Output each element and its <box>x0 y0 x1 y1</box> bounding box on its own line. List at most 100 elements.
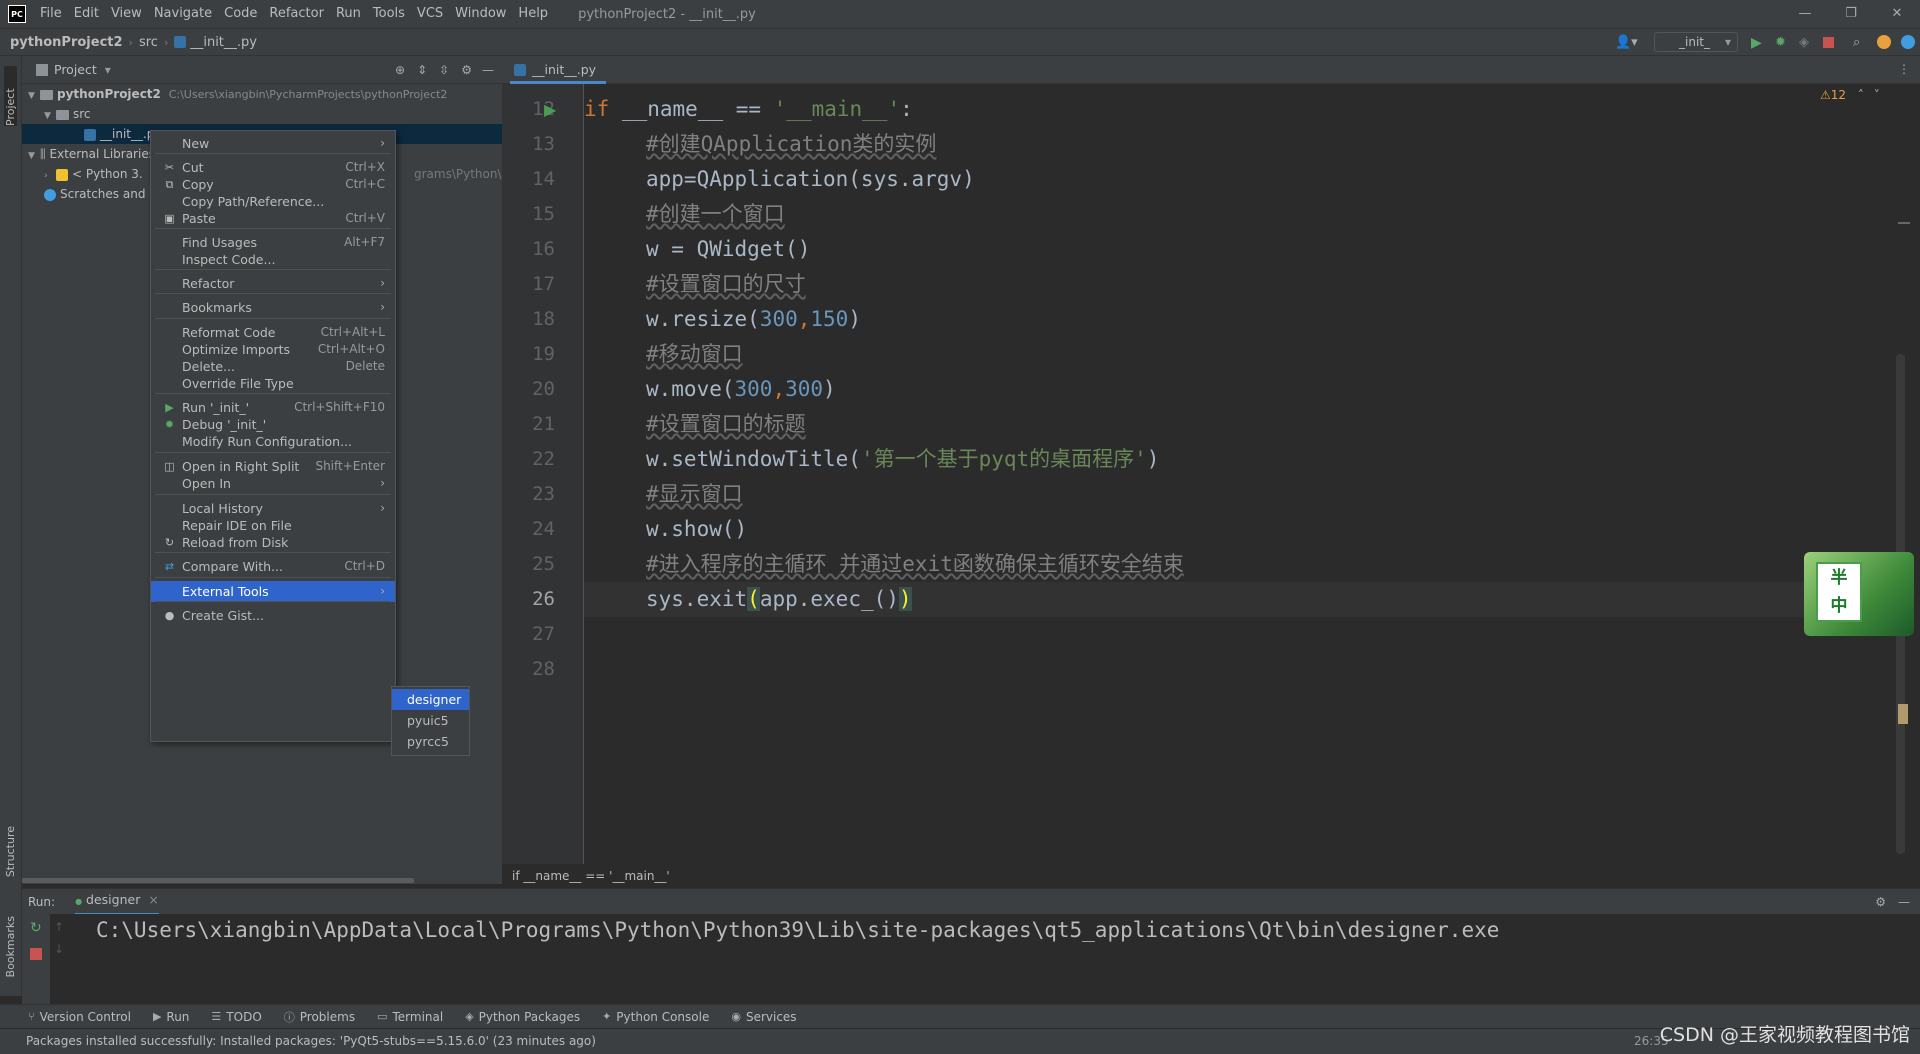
menu-window[interactable]: Window <box>449 0 512 28</box>
tree-item-external-libraries[interactable]: ▼ ⫼ External Libraries <box>28 144 155 164</box>
menu-navigate[interactable]: Navigate <box>148 0 218 28</box>
tab-init-file[interactable]: __init__.py × <box>510 56 606 105</box>
menu-item-create-gist[interactable]: ● Create Gist... <box>151 605 395 626</box>
search-icon[interactable]: ⌕ <box>1853 35 1867 50</box>
run-icon[interactable]: ▶ <box>1751 35 1765 51</box>
locate-icon[interactable]: ⊕ <box>395 63 405 77</box>
more-icon[interactable]: ⋮ <box>1898 62 1910 76</box>
menu-item-open-in[interactable]: Open In › <box>151 473 395 494</box>
stop-icon[interactable] <box>1823 36 1834 48</box>
code-token: 150 <box>810 307 849 331</box>
menu-view[interactable]: View <box>105 0 148 28</box>
cut-icon: ✂ <box>164 161 175 174</box>
editor-breadcrumb[interactable]: if __name__ == '__main__' <box>502 864 1920 888</box>
code-line: #创建一个窗口 <box>584 197 1894 232</box>
menu-item-bookmarks[interactable]: Bookmarks › <box>151 297 395 318</box>
stop-icon[interactable] <box>30 948 42 960</box>
bookmarks-tool-tab[interactable]: Bookmarks <box>4 916 17 977</box>
submenu-item-pyuic5[interactable]: pyuic5 <box>392 710 469 731</box>
hide-icon[interactable]: — <box>1898 895 1910 909</box>
tool-services[interactable]: ◉ Services <box>731 1010 796 1024</box>
chevron-up-icon[interactable]: ˄ <box>1858 88 1864 102</box>
update-icon[interactable] <box>1877 35 1891 49</box>
tree-item-label: src <box>73 107 91 121</box>
run-config-select[interactable]: _init_ ▾ <box>1654 32 1738 52</box>
plugin-icon[interactable] <box>1901 35 1915 49</box>
menu-item-override-file-type[interactable]: Override File Type <box>151 373 395 394</box>
submenu-item-designer[interactable]: designer <box>392 689 469 710</box>
menu-item-new[interactable]: New › <box>151 133 395 154</box>
ime-indicator[interactable]: 半 中 <box>1804 552 1914 636</box>
hide-icon[interactable]: — <box>482 63 494 77</box>
menu-item-compare-with[interactable]: ⇄ Compare With... Ctrl+D <box>151 556 395 577</box>
line-number: 23 <box>532 483 555 505</box>
arrow-up-icon[interactable]: ↑ <box>54 920 64 934</box>
menu-refactor[interactable]: Refactor <box>263 0 330 28</box>
menu-code[interactable]: Code <box>218 0 263 28</box>
code-token: sys.exit <box>646 587 748 611</box>
code-editor[interactable]: if __name__ == '__main__': #创建QApplicati… <box>584 84 1894 864</box>
arrow-down-icon[interactable]: ↓ <box>54 942 64 956</box>
tree-item-scratches[interactable]: Scratches and <box>44 184 145 204</box>
chevron-down-icon[interactable]: ▾ <box>105 63 111 77</box>
menu-edit[interactable]: Edit <box>68 0 105 28</box>
restore-button[interactable]: ❐ <box>1828 0 1874 28</box>
inspection-widget[interactable]: ⚠12 ˄ ˅ <box>1820 88 1880 102</box>
structure-tool-tab[interactable]: Structure <box>4 826 17 877</box>
menu-item-inspect-code[interactable]: Inspect Code... <box>151 249 395 270</box>
breadcrumb-project[interactable]: pythonProject2 <box>10 35 123 50</box>
code-line: #显示窗口 <box>584 477 1894 512</box>
menu-item-reload-from-disk[interactable]: ↻ Reload from Disk <box>151 532 395 553</box>
menu-file[interactable]: File <box>34 0 68 28</box>
tree-item-root[interactable]: ▼ pythonProject2 C:\Users\xiangbin\Pychar… <box>28 84 447 104</box>
status-message[interactable]: Packages installed successfully: Install… <box>26 1034 596 1048</box>
menu-run[interactable]: Run <box>330 0 367 28</box>
close-window-button[interactable]: ✕ <box>1874 0 1920 28</box>
menu-item-modify-run-configuration[interactable]: Modify Run Configuration... <box>151 431 395 452</box>
horizontal-scrollbar[interactable] <box>22 878 414 883</box>
rerun-icon[interactable]: ↻ <box>30 920 42 936</box>
chevron-down-icon[interactable]: ˅ <box>1874 88 1880 102</box>
run-tab-designer[interactable]: ● designer × <box>75 889 159 915</box>
tool-python-console[interactable]: ✦ Python Console <box>602 1010 709 1024</box>
menu-item-external-tools[interactable]: External Tools › <box>151 581 395 602</box>
ime-box: 半 中 <box>1816 562 1862 622</box>
menu-vcs[interactable]: VCS <box>411 0 449 28</box>
tool-run[interactable]: ▶ Run <box>153 1010 189 1024</box>
tool-todo[interactable]: ☰ TODO <box>211 1010 261 1024</box>
user-icon[interactable]: 👤▾ <box>1615 35 1641 50</box>
tree-item-src[interactable]: ▼ src <box>44 104 91 124</box>
menu-separator <box>155 552 391 553</box>
line-number: 22 <box>532 448 555 470</box>
gear-icon[interactable]: ⚙ <box>1875 895 1886 909</box>
debug-init-icon: ✹ <box>164 418 175 431</box>
tool-python-packages[interactable]: ◈ Python Packages <box>465 1010 580 1024</box>
breadcrumb-folder[interactable]: src <box>139 35 158 50</box>
project-view-label[interactable]: Project <box>54 62 97 77</box>
menu-item-refactor[interactable]: Refactor › <box>151 273 395 294</box>
external-tools-submenu: designer pyuic5 pyrcc5 <box>391 686 470 756</box>
menu-item-paste[interactable]: ▣ Paste Ctrl+V <box>151 208 395 229</box>
breadcrumb-file[interactable]: __init__.py <box>190 35 257 50</box>
menu-tools[interactable]: Tools <box>367 0 411 28</box>
editor-scrollbar-strip[interactable] <box>1894 84 1920 864</box>
menu-help[interactable]: Help <box>512 0 554 28</box>
tool-version-control[interactable]: ⑂ Version Control <box>28 1010 131 1024</box>
debug-icon[interactable]: ✹ <box>1775 35 1789 50</box>
services-icon: ◉ <box>731 1010 741 1023</box>
minimize-button[interactable]: — <box>1782 0 1828 28</box>
run-gutter-icon[interactable]: ▶ <box>544 100 556 119</box>
coverage-icon[interactable]: ◈ <box>1799 35 1813 50</box>
project-tool-tab[interactable]: Project <box>4 66 17 126</box>
menu-separator <box>155 393 391 394</box>
close-icon[interactable]: × <box>148 892 158 907</box>
submenu-item-pyrcc5[interactable]: pyrcc5 <box>392 731 469 752</box>
gear-icon[interactable]: ⚙ <box>461 63 472 77</box>
ime-language-label: 中 <box>1830 596 1848 616</box>
folder-icon <box>40 89 53 100</box>
tool-problems[interactable]: ⓘ Problems <box>284 1009 355 1025</box>
tree-item-python-sdk[interactable]: › < Python 3. grams\Python\Pyt <box>44 164 521 184</box>
collapse-all-icon[interactable]: ⇳ <box>439 63 449 77</box>
expand-all-icon[interactable]: ⇕ <box>417 63 427 77</box>
tool-terminal[interactable]: ▭ Terminal <box>377 1010 443 1024</box>
